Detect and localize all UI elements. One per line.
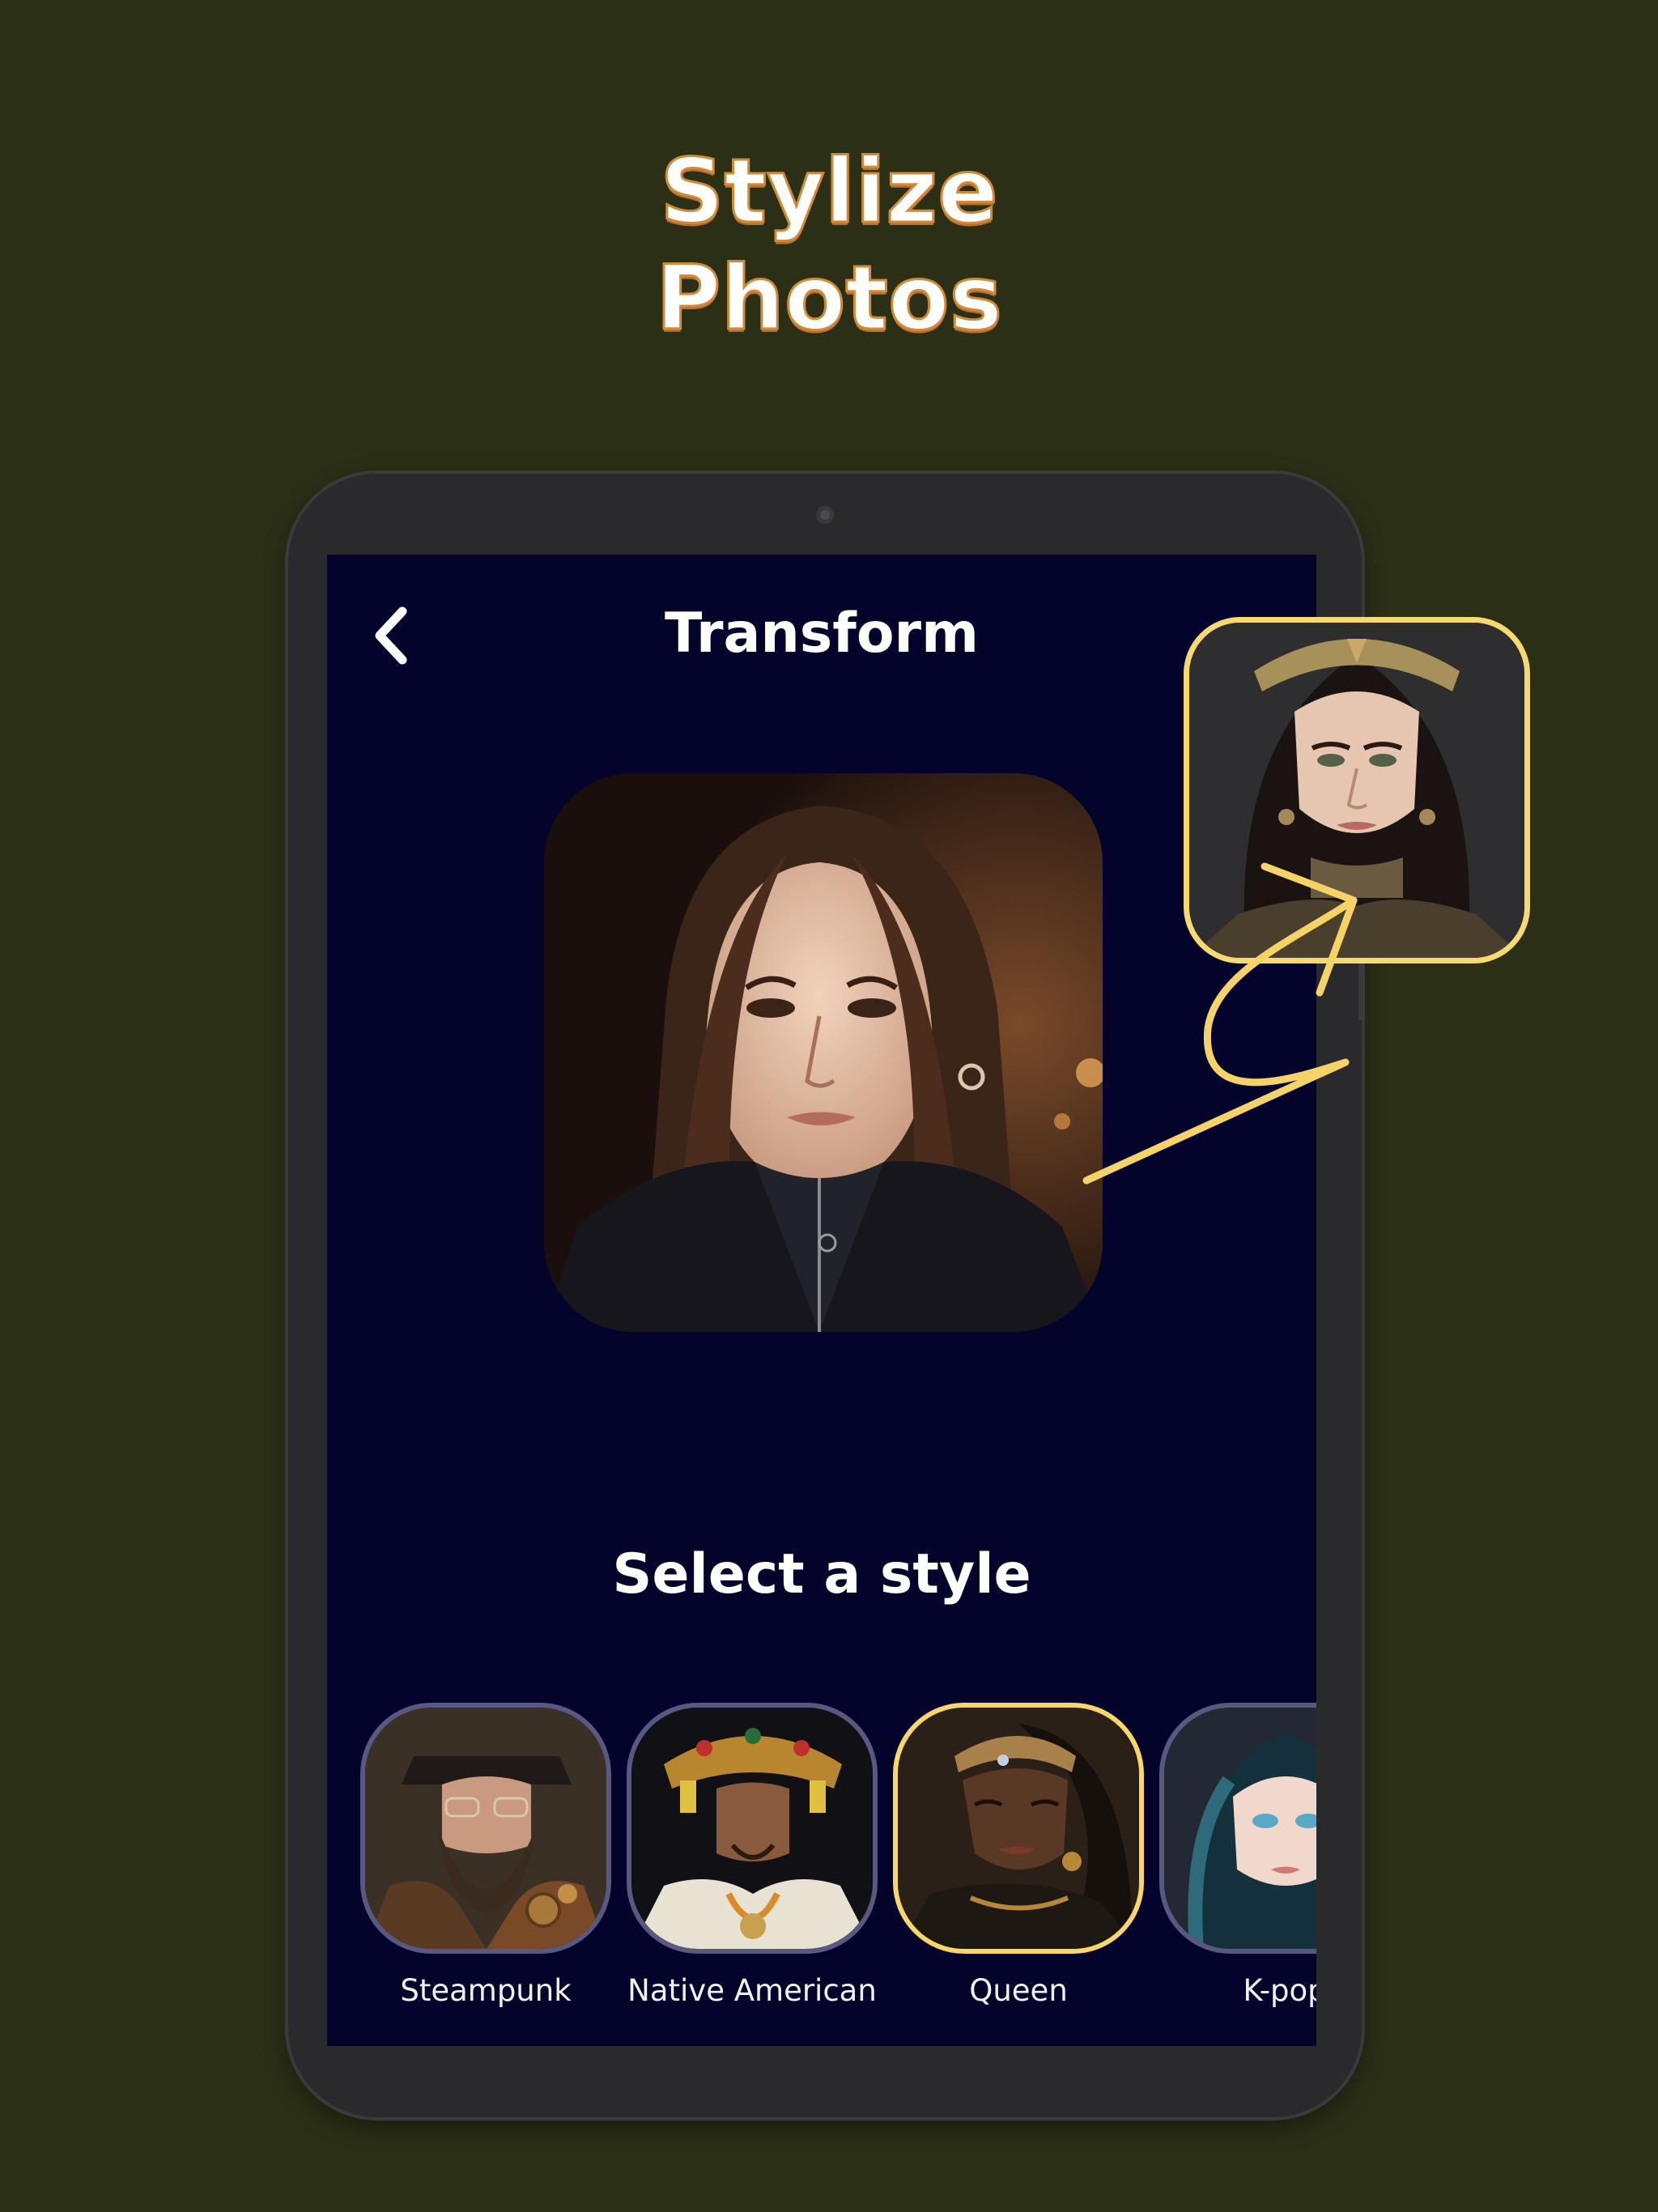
- source-photo[interactable]: [544, 773, 1103, 1332]
- style-option-k-pop[interactable]: K-pop: [1159, 1703, 1316, 2043]
- style-option-native-american[interactable]: Native American: [627, 1703, 878, 2043]
- headline: Stylize Photos: [0, 138, 1658, 351]
- select-style-heading: Select a style: [612, 1542, 1031, 1606]
- style-thumb-steampunk: [360, 1703, 611, 1954]
- style-thumb-queen: [893, 1703, 1144, 1954]
- headline-line-2: Photos: [654, 245, 1003, 351]
- style-thumb-k-pop: [1159, 1703, 1316, 1954]
- style-thumb-native-american: [627, 1703, 878, 1954]
- style-option-queen[interactable]: Queen: [893, 1703, 1144, 2043]
- tablet-side-button: [1358, 955, 1365, 1020]
- headline-line-1: Stylize: [659, 138, 1000, 245]
- camera-icon: [816, 506, 834, 524]
- screen-title: Transform: [665, 602, 979, 666]
- result-preview-card[interactable]: [1184, 617, 1530, 963]
- style-label: K-pop: [1243, 1973, 1316, 2008]
- style-option-steampunk[interactable]: Steampunk: [360, 1703, 611, 2043]
- app-screen: Transform Select a style Steampunk Nativ…: [327, 555, 1316, 2046]
- style-carousel[interactable]: Steampunk Native American Queen K-po: [327, 1703, 1316, 2043]
